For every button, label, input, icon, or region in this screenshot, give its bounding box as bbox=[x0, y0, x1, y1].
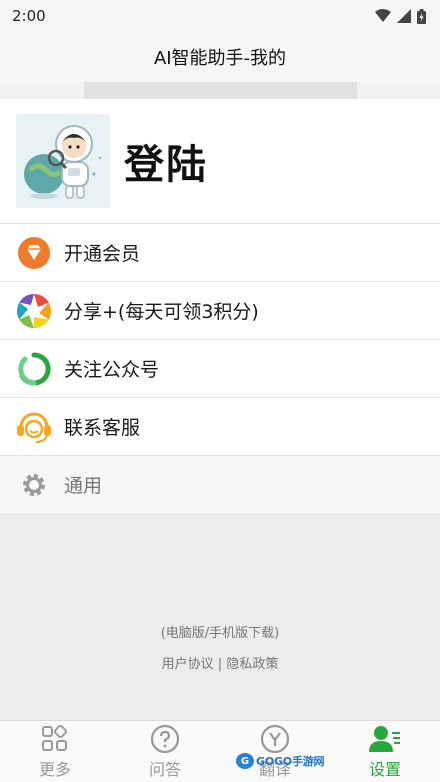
user-settings-icon bbox=[369, 725, 400, 752]
tab-label: 设置 bbox=[368, 759, 401, 779]
menu-item-label: 关注公众号 bbox=[64, 359, 160, 381]
menu-item-follow[interactable]: 关注公众号 bbox=[0, 339, 440, 397]
tab-more[interactable]: 更多 bbox=[0, 721, 110, 782]
follow-loop-icon bbox=[16, 351, 52, 387]
tab-label: 问答 bbox=[148, 759, 181, 779]
headset-icon bbox=[16, 409, 52, 445]
menu-item-general[interactable]: 通用 bbox=[0, 455, 440, 513]
translate-icon bbox=[260, 724, 290, 753]
login-label[interactable]: 登陆 bbox=[124, 132, 208, 190]
tab-qa[interactable]: 问答 bbox=[110, 721, 220, 782]
status-bar: 2:00 bbox=[0, 0, 440, 32]
footer-links: (电脑版/手机版下载) 用户协议 | 隐私政策 bbox=[0, 622, 440, 672]
menu-item-label: 开通会员 bbox=[64, 243, 141, 265]
battery-icon bbox=[417, 8, 426, 24]
status-icons bbox=[375, 8, 426, 24]
privacy-policy-link[interactable]: 隐私政策 bbox=[226, 657, 278, 672]
app-header: AI智能助手-我的 bbox=[0, 32, 440, 82]
menu-item-label: 通用 bbox=[64, 475, 103, 497]
bottom-tab-bar: 更多 问答 翻译 设置 bbox=[0, 720, 440, 782]
diamond-icon bbox=[16, 235, 52, 271]
watermark: G GOGO手游网 bbox=[236, 752, 326, 770]
footer-separator: | bbox=[217, 657, 223, 672]
settings-menu: 开通会员 分享+(每天可领3积分) 关注公众号 联系客服 通用 bbox=[0, 223, 440, 513]
user-agreement-link[interactable]: 用户协议 bbox=[162, 657, 214, 672]
grid-icon bbox=[42, 724, 68, 751]
astronaut-avatar-icon bbox=[16, 114, 110, 208]
download-link[interactable]: (电脑版/手机版下载) bbox=[0, 622, 440, 641]
tab-label: 更多 bbox=[38, 759, 71, 779]
menu-item-label: 分享+(每天可领3积分) bbox=[64, 301, 259, 323]
question-icon bbox=[150, 724, 180, 753]
wifi-icon bbox=[375, 9, 391, 22]
watermark-text: GOGO手游网 bbox=[256, 755, 325, 768]
menu-item-share[interactable]: 分享+(每天可领3积分) bbox=[0, 281, 440, 339]
profile-card[interactable]: 登陆 bbox=[0, 99, 440, 223]
scrollbar-thumb[interactable] bbox=[84, 82, 357, 99]
menu-item-label: 联系客服 bbox=[64, 417, 141, 439]
aperture-icon bbox=[16, 293, 52, 329]
avatar[interactable] bbox=[16, 114, 110, 208]
menu-item-support[interactable]: 联系客服 bbox=[0, 397, 440, 455]
watermark-logo-icon: G bbox=[236, 753, 254, 769]
menu-item-vip[interactable]: 开通会员 bbox=[0, 223, 440, 281]
gear-icon bbox=[16, 467, 52, 503]
tab-settings[interactable]: 设置 bbox=[330, 721, 440, 782]
page-title: AI智能助手-我的 bbox=[153, 48, 287, 69]
signal-icon bbox=[397, 9, 411, 23]
status-time: 2:00 bbox=[12, 7, 46, 25]
horizontal-scrollbar[interactable] bbox=[0, 82, 440, 99]
